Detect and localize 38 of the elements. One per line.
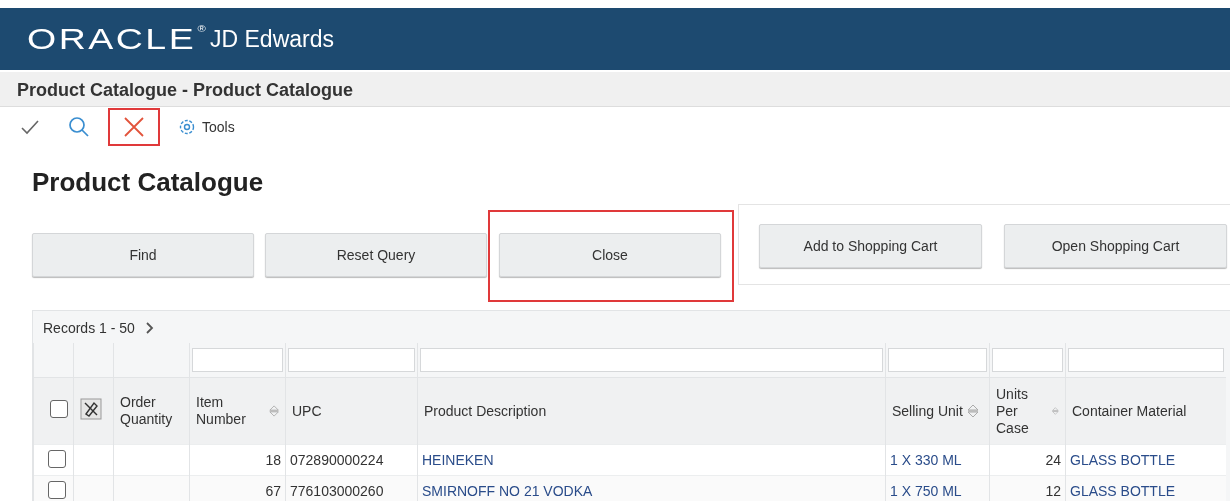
filter-field[interactable] — [288, 348, 415, 372]
close-icon — [123, 116, 145, 138]
form-button[interactable]: Find — [32, 233, 254, 277]
filter-field[interactable] — [192, 348, 283, 372]
column-header[interactable]: Selling Unit — [892, 402, 963, 420]
column-header[interactable]: Product Description — [424, 402, 547, 420]
row-checkbox[interactable] — [48, 480, 66, 499]
records-label: Records 1 - 50 — [43, 320, 135, 336]
table-cell: 18 — [265, 452, 281, 468]
form-title: Product Catalogue - Product Catalogue — [16, 79, 354, 101]
cart-button[interactable]: Add to Shopping Cart — [759, 224, 982, 268]
oracle-logo: ORACLE® — [27, 22, 209, 56]
cart-button[interactable]: Open Shopping Cart — [1004, 224, 1227, 268]
table-cell: 12 — [1045, 483, 1061, 499]
sort-icon[interactable] — [966, 403, 979, 419]
page-heading: Product Catalogue — [32, 167, 264, 198]
cell-link[interactable]: HEINEKEN — [422, 452, 494, 468]
filter-field[interactable] — [420, 348, 883, 372]
next-page-icon[interactable] — [144, 322, 155, 334]
table-cell: 776103000260 — [290, 483, 384, 499]
product-name: JD Edwards — [210, 25, 334, 53]
sort-icon[interactable] — [268, 403, 279, 419]
filter-field[interactable] — [888, 348, 987, 372]
filter-field[interactable] — [1068, 348, 1224, 372]
table-cell: 24 — [1045, 452, 1061, 468]
edit-columns-icon[interactable] — [80, 398, 102, 420]
table-cell: 67 — [265, 483, 281, 499]
tools-button[interactable]: Tools — [170, 108, 243, 146]
form-button[interactable]: Close — [499, 233, 721, 277]
gear-icon — [178, 118, 196, 136]
select-all-checkbox[interactable] — [50, 400, 68, 418]
filter-field[interactable] — [992, 348, 1063, 372]
row-checkbox[interactable] — [48, 449, 66, 468]
table-cell: 072890000224 — [290, 452, 384, 468]
column-header[interactable]: UPC — [292, 402, 322, 420]
column-header[interactable]: Container Material — [1072, 402, 1187, 420]
search-icon — [68, 116, 90, 138]
form-button[interactable]: Reset Query — [265, 233, 487, 277]
